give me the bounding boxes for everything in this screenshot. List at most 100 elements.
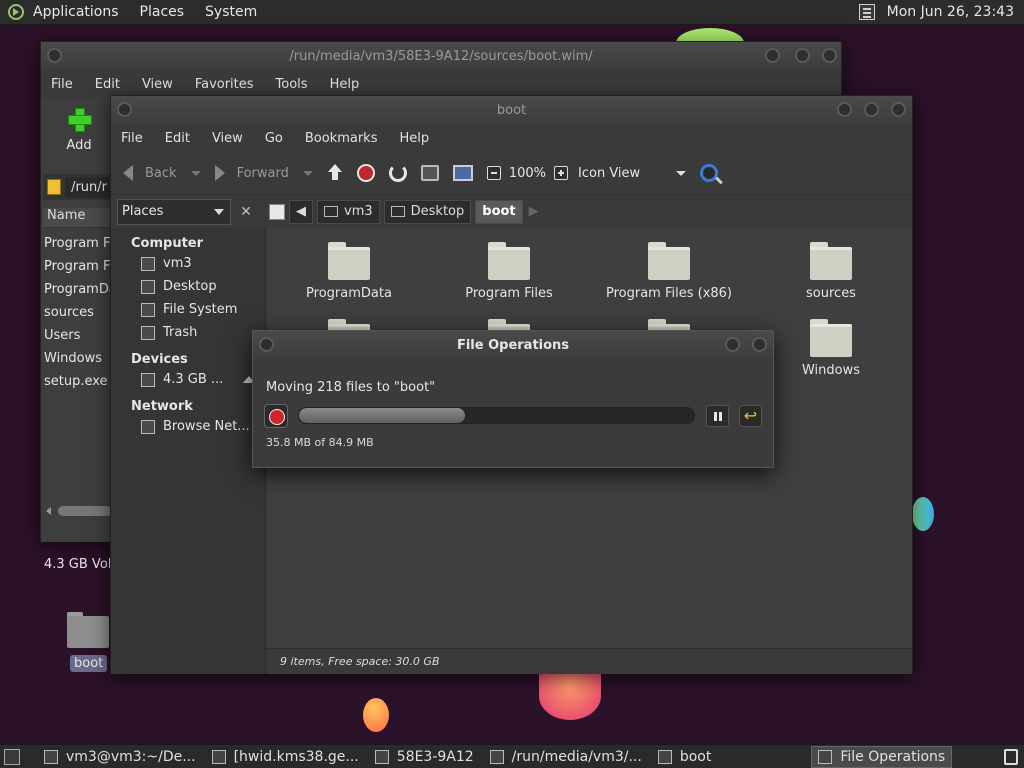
horizontal-scrollbar[interactable] <box>44 504 112 518</box>
breadcrumb-vm3[interactable]: vm3 <box>317 199 380 224</box>
list-item[interactable]: Windows <box>44 347 114 370</box>
sidebar-places-select[interactable]: Places <box>117 198 231 225</box>
menu-bookmarks[interactable]: Bookmarks <box>305 131 378 146</box>
back-button[interactable]: Back <box>123 165 201 181</box>
list-item[interactable]: Program Fi <box>44 255 114 278</box>
places-sidebar: Computer vm3 Desktop File System Trash D… <box>111 228 266 674</box>
forward-button[interactable]: Forward <box>214 165 313 181</box>
window-menu-button[interactable] <box>47 48 62 63</box>
desktop-volume-label[interactable]: 4.3 GB Volu <box>44 557 120 572</box>
folder-item[interactable]: sources <box>761 242 901 301</box>
scroll-left-icon[interactable] <box>46 507 51 515</box>
column-header-name[interactable]: Name <box>43 208 113 228</box>
sidebar-item-file-system[interactable]: File System <box>111 298 265 321</box>
chevron-down-icon[interactable] <box>676 170 687 176</box>
trash-applet-icon[interactable] <box>1004 749 1018 765</box>
breadcrumb-desktop[interactable]: Desktop <box>383 199 472 224</box>
menu-edit[interactable]: Edit <box>95 77 120 92</box>
menu-system[interactable]: System <box>205 4 257 20</box>
path-bar[interactable]: /run/r <box>43 174 113 200</box>
stop-button[interactable] <box>356 164 375 182</box>
list-item[interactable]: Program Fi <box>44 232 114 255</box>
sidebar-item-browse-network[interactable]: Browse Net... <box>111 415 265 438</box>
panel-clock[interactable]: Mon Jun 26, 23:43 <box>887 4 1014 20</box>
sidebar-item-volume[interactable]: 4.3 GB ... <box>111 368 265 391</box>
sidebar-item-trash[interactable]: Trash <box>111 321 265 344</box>
chevron-down-icon[interactable] <box>190 170 201 176</box>
desktop-folder-icon[interactable] <box>67 612 109 648</box>
scrollbar-thumb[interactable] <box>58 506 112 516</box>
menu-help[interactable]: Help <box>399 131 429 146</box>
task-archive[interactable]: /run/media/vm3/... <box>484 746 648 768</box>
menu-edit[interactable]: Edit <box>165 131 190 146</box>
list-item[interactable]: sources <box>44 301 114 324</box>
computer-button[interactable] <box>452 165 473 181</box>
list-item[interactable]: setup.exe <box>44 370 114 393</box>
sidebar-item-vm3[interactable]: vm3 <box>111 252 265 275</box>
minimize-button[interactable] <box>837 102 852 117</box>
sidebar-item-desktop[interactable]: Desktop <box>111 275 265 298</box>
breadcrumb-boot[interactable]: boot <box>475 199 523 224</box>
add-button[interactable]: Add <box>49 108 109 153</box>
search-button[interactable] <box>700 164 719 182</box>
show-desktop-icon[interactable] <box>4 748 20 765</box>
menu-applications[interactable]: Applications <box>33 4 119 20</box>
path-input[interactable]: /run/r <box>65 176 113 198</box>
folder-item[interactable]: Program Files <box>439 242 579 301</box>
desktop-folder-label[interactable]: boot <box>70 655 108 672</box>
menu-help[interactable]: Help <box>330 77 360 92</box>
close-button[interactable] <box>891 102 906 117</box>
menu-places[interactable]: Places <box>140 4 185 20</box>
window-menu-button[interactable] <box>117 102 132 117</box>
undo-button[interactable]: ↩ <box>739 405 762 427</box>
pause-button[interactable] <box>706 405 729 427</box>
up-button[interactable] <box>327 164 343 182</box>
window-titlebar[interactable]: boot <box>111 96 912 124</box>
window-titlebar[interactable]: /run/media/vm3/58E3-9A12/sources/boot.wi… <box>41 42 841 70</box>
maximize-button[interactable] <box>864 102 879 117</box>
window-menu-button[interactable] <box>259 337 274 352</box>
distro-logo-icon[interactable] <box>8 4 24 20</box>
add-label: Add <box>66 138 92 153</box>
zoom-level[interactable]: 100% <box>509 166 546 181</box>
close-button[interactable] <box>822 48 837 63</box>
edit-location-icon[interactable] <box>269 203 285 220</box>
zoom-in-button[interactable] <box>554 166 569 180</box>
close-button[interactable] <box>752 337 767 352</box>
task-volume[interactable]: 58E3-9A12 <box>369 746 480 768</box>
view-mode-label: Icon View <box>578 165 641 181</box>
breadcrumb-back-arrow[interactable]: ◀ <box>289 199 313 224</box>
view-mode-select[interactable]: Icon View <box>578 165 687 181</box>
notes-applet-icon[interactable] <box>858 4 875 20</box>
task-file-operations[interactable]: File Operations <box>811 745 953 768</box>
menu-view[interactable]: View <box>212 131 243 146</box>
reload-button[interactable] <box>388 164 407 182</box>
menu-go[interactable]: Go <box>265 131 283 146</box>
task-terminal[interactable]: vm3@vm3:~/De... <box>38 746 202 768</box>
dialog-titlebar[interactable]: File Operations <box>253 331 773 359</box>
menu-file[interactable]: File <box>51 77 73 92</box>
menu-file[interactable]: File <box>121 131 143 146</box>
folder-item[interactable]: Program Files (x86) <box>599 242 739 301</box>
menu-favorites[interactable]: Favorites <box>195 77 254 92</box>
breadcrumb-forward-arrow[interactable]: ▶ <box>529 204 539 219</box>
minimize-button[interactable] <box>725 337 740 352</box>
zoom-out-button[interactable] <box>486 166 501 180</box>
close-sidebar-button[interactable]: ✕ <box>235 201 257 223</box>
task-boot[interactable]: boot <box>652 746 718 768</box>
list-item[interactable]: ProgramDa <box>44 278 114 301</box>
maximize-button[interactable] <box>795 48 810 63</box>
cancel-operation-button[interactable] <box>264 404 288 428</box>
task-folder[interactable]: [hwid.kms38.ge... <box>206 746 365 768</box>
folder-item[interactable]: ProgramData <box>279 242 419 301</box>
menu-tools[interactable]: Tools <box>276 77 308 92</box>
list-item[interactable]: Users <box>44 324 114 347</box>
folder-icon <box>657 749 672 764</box>
menu-view[interactable]: View <box>142 77 173 92</box>
folder-up-icon[interactable] <box>47 179 62 195</box>
folder-item[interactable]: Windows <box>761 319 901 378</box>
chevron-down-icon[interactable] <box>302 170 313 176</box>
zoom-in-icon <box>554 166 569 180</box>
home-button[interactable] <box>420 165 439 181</box>
minimize-button[interactable] <box>765 48 780 63</box>
